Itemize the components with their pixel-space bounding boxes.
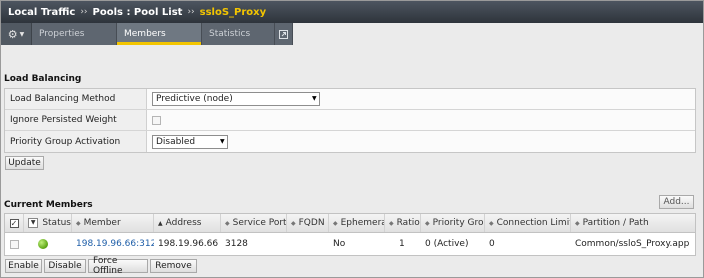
column-header-ratio[interactable]: ◆ Ratio xyxy=(385,214,421,232)
tab-bar-spacer xyxy=(293,23,703,45)
breadcrumb: Local Traffic ›› Pools : Pool List ›› ss… xyxy=(1,1,703,23)
ignore-weight-label: Ignore Persisted Weight xyxy=(5,110,147,130)
members-table-header: ✓ ▼ Status ◆ Member ▲ Address ◆ Service … xyxy=(5,214,695,233)
column-header-ephemeral[interactable]: ◆ Ephemeral xyxy=(329,214,385,232)
ephemeral-header-label: Ephemeral xyxy=(340,218,385,228)
sort-icon: ◆ xyxy=(389,219,394,227)
lb-method-selected: Predictive (node) xyxy=(156,94,233,104)
update-button[interactable]: Update xyxy=(5,156,44,170)
ignore-weight-row: Ignore Persisted Weight xyxy=(5,110,695,131)
service-port-header-label: Service Port xyxy=(232,218,287,228)
tab-members[interactable]: Members xyxy=(117,23,202,45)
lb-method-value: Predictive (node) ▼ xyxy=(147,89,695,109)
priority-group-label: Priority Group Activation xyxy=(5,131,147,152)
add-member-button[interactable]: Add... xyxy=(659,195,694,209)
column-header-connection-limit[interactable]: ◆ Connection Limit xyxy=(485,214,571,232)
remove-button[interactable]: Remove xyxy=(150,259,197,273)
breadcrumb-current: ssloS_Proxy xyxy=(199,6,267,18)
row-ephemeral: No xyxy=(333,239,346,249)
ignore-weight-value xyxy=(147,110,695,130)
breadcrumb-separator: ›› xyxy=(187,7,195,17)
select-all-cell: ✓ xyxy=(5,214,24,232)
load-balancing-method-select[interactable]: Predictive (node) ▼ xyxy=(152,92,320,106)
status-header-label: Status xyxy=(42,218,71,228)
disable-button[interactable]: Disable xyxy=(44,259,86,273)
tab-properties[interactable]: Properties xyxy=(32,23,117,45)
tab-bar: ⚙ ▼ Properties Members Statistics xyxy=(1,23,703,45)
ratio-header-label: Ratio xyxy=(396,218,420,228)
row-partition-path: Common/ssloS_Proxy.app xyxy=(575,239,690,249)
priority-group-header-label: Priority Group xyxy=(432,218,484,228)
priority-group-selected: Disabled xyxy=(156,136,196,147)
row-status-cell xyxy=(24,233,72,255)
gear-icon: ⚙ xyxy=(7,27,18,41)
table-row: 198.19.96.66:3128 198.19.96.66 3128 No 1… xyxy=(5,233,695,255)
priority-group-row: Priority Group Activation Disabled ▼ xyxy=(5,131,695,152)
column-header-service-port[interactable]: ◆ Service Port xyxy=(221,214,287,232)
settings-menu-button[interactable]: ⚙ ▼ xyxy=(1,23,32,45)
current-members-heading: Current Members xyxy=(4,200,93,210)
column-header-member[interactable]: ◆ Member xyxy=(72,214,154,232)
breadcrumb-section[interactable]: Local Traffic xyxy=(8,7,75,18)
status-available-icon xyxy=(38,239,48,249)
sort-icon: ◆ xyxy=(575,219,580,227)
address-header-label: Address xyxy=(165,218,202,228)
sort-icon: ◆ xyxy=(76,219,81,227)
caret-down-icon: ▼ xyxy=(19,30,25,38)
member-link[interactable]: 198.19.96.66:3128 xyxy=(76,239,154,249)
breadcrumb-parent[interactable]: Pools : Pool List xyxy=(93,7,183,18)
dropdown-arrow-icon: ▼ xyxy=(220,136,225,147)
row-member-cell: 198.19.96.66:3128 xyxy=(72,233,154,255)
priority-group-activation-select[interactable]: Disabled ▼ xyxy=(152,134,228,149)
column-header-status[interactable]: ▼ Status xyxy=(24,214,72,232)
partition-path-header-label: Partition / Path xyxy=(582,218,649,228)
lb-method-row: Load Balancing Method Predictive (node) … xyxy=(5,89,695,110)
tab-statistics[interactable]: Statistics xyxy=(202,23,275,45)
row-select-checkbox[interactable] xyxy=(10,239,19,249)
force-offline-button[interactable]: Force Offline xyxy=(88,256,148,276)
load-balancing-table: Load Balancing Method Predictive (node) … xyxy=(4,88,696,153)
row-address: 198.19.96.66 xyxy=(158,239,219,249)
sort-icon: ◆ xyxy=(333,219,338,227)
column-header-priority-group[interactable]: ◆ Priority Group xyxy=(421,214,485,232)
fqdn-header-label: FQDN xyxy=(298,218,325,228)
enable-button[interactable]: Enable xyxy=(5,259,42,273)
row-ratio: 1 xyxy=(399,239,405,249)
column-header-address[interactable]: ▲ Address xyxy=(154,214,221,232)
sort-icon: ◆ xyxy=(291,219,296,227)
row-select-cell xyxy=(5,233,24,255)
external-link-icon[interactable] xyxy=(275,23,293,45)
sort-ascending-icon: ▲ xyxy=(158,219,163,227)
dropdown-arrow-icon: ▼ xyxy=(312,94,317,104)
row-priority-group: 0 (Active) xyxy=(425,239,469,249)
sort-icon: ◆ xyxy=(425,219,430,227)
members-table: ✓ ▼ Status ◆ Member ▲ Address ◆ Service … xyxy=(4,213,696,256)
select-all-checkbox[interactable]: ✓ xyxy=(9,218,19,228)
load-balancing-heading: Load Balancing xyxy=(4,74,82,84)
status-filter-dropdown[interactable]: ▼ xyxy=(28,218,39,228)
row-service-port: 3128 xyxy=(225,239,248,249)
priority-group-value: Disabled ▼ xyxy=(147,131,695,152)
connection-limit-header-label: Connection Limit xyxy=(496,218,571,228)
column-header-fqdn[interactable]: ◆ FQDN xyxy=(287,214,329,232)
row-fqdn xyxy=(287,233,329,255)
lb-method-label: Load Balancing Method xyxy=(5,89,147,109)
pool-members-page: Local Traffic ›› Pools : Pool List ›› ss… xyxy=(0,0,704,278)
row-connection-limit: 0 xyxy=(489,239,495,249)
breadcrumb-separator: ›› xyxy=(80,7,88,17)
column-header-partition-path[interactable]: ◆ Partition / Path xyxy=(571,214,695,232)
ignore-persisted-weight-checkbox[interactable] xyxy=(152,115,161,125)
member-header-label: Member xyxy=(83,218,121,228)
sort-icon: ◆ xyxy=(489,219,494,227)
sort-icon: ◆ xyxy=(225,219,230,227)
